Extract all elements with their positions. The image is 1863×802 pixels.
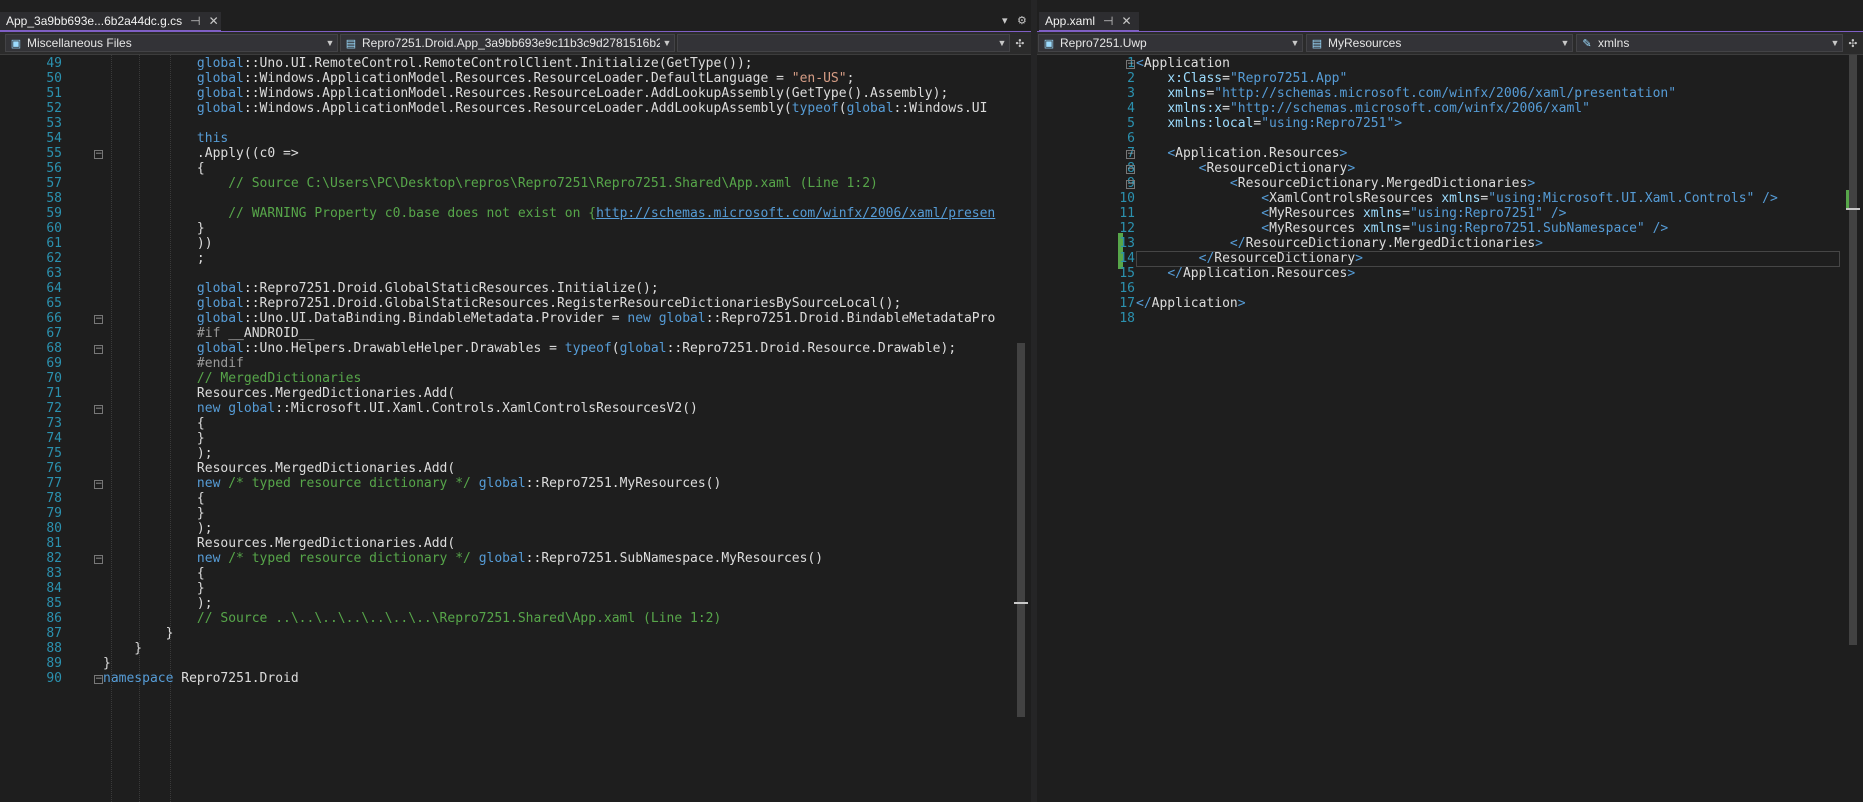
chevron-down-icon: ▼: [1830, 38, 1840, 48]
type-dropdown[interactable]: ▤ MyResources ▼: [1306, 34, 1573, 52]
chevron-down-icon: ▼: [997, 38, 1007, 48]
project-dropdown[interactable]: ▣ Repro7251.Uwp ▼: [1038, 34, 1303, 52]
scroll-caret-marker: [1014, 602, 1028, 604]
chevron-down-icon: ▼: [1290, 38, 1300, 48]
fold-toggle-icon[interactable]: −: [1126, 180, 1135, 189]
tab-list-dropdown-icon[interactable]: ▾: [1002, 14, 1008, 27]
right-editor-pane: App.xaml ⊣ ✕ ▣ Repro7251.Uwp ▼ ▤ MyResou…: [1037, 0, 1863, 802]
member-dropdown[interactable]: ✎ xmlns ▼: [1576, 34, 1843, 52]
fold-toggle-icon[interactable]: −: [94, 150, 103, 159]
close-icon[interactable]: ✕: [1121, 14, 1131, 28]
code-editor-xaml[interactable]: 1− <Application 2 x:Class="Repro7251.App" 3…: [1037, 55, 1863, 802]
tab-title: App_3a9bb693e...6b2a44dc.g.cs: [6, 14, 183, 28]
tab-app-g-cs[interactable]: App_3a9bb693e...6b2a44dc.g.cs ⊣ ✕: [0, 12, 221, 32]
line-number: 18: [1119, 311, 1135, 326]
project-icon: ▣: [1043, 37, 1055, 50]
right-navigation-bar: ▣ Repro7251.Uwp ▼ ▤ MyResources ▼ ✎ xmln…: [1037, 32, 1863, 55]
chevron-down-icon: ▼: [662, 38, 672, 48]
pin-icon[interactable]: ⊣: [1103, 14, 1113, 28]
code-line[interactable]: 18: [1037, 310, 1863, 328]
fold-toggle-icon[interactable]: −: [94, 405, 103, 414]
class-icon: ▤: [1311, 37, 1323, 50]
scrollbar-thumb[interactable]: [1849, 55, 1857, 645]
fold-toggle-icon[interactable]: −: [94, 345, 103, 354]
project-dropdown[interactable]: ▣ Miscellaneous Files ▼: [5, 34, 338, 52]
csharp-file-icon: ▣: [10, 37, 22, 50]
right-tab-strip: App.xaml ⊣ ✕: [1037, 0, 1863, 32]
chevron-down-icon: ▼: [1560, 38, 1570, 48]
wrench-icon: ✎: [1582, 37, 1592, 50]
fold-toggle-icon[interactable]: −: [1126, 150, 1135, 159]
tab-app-xaml[interactable]: App.xaml ⊣ ✕: [1039, 12, 1139, 32]
scroll-change-marker: [1846, 190, 1849, 208]
fold-toggle-icon[interactable]: −: [94, 555, 103, 564]
split-window-icon[interactable]: ✣: [1012, 35, 1028, 51]
pin-icon[interactable]: ⊣: [190, 14, 200, 28]
vertical-scrollbar[interactable]: [1014, 55, 1028, 802]
line-number: 90: [46, 671, 62, 686]
fold-toggle-icon[interactable]: −: [1126, 165, 1135, 174]
fold-toggle-icon[interactable]: −: [94, 480, 103, 489]
fold-toggle-icon[interactable]: −: [1126, 60, 1135, 69]
fold-toggle-icon[interactable]: −: [94, 675, 103, 684]
code-line[interactable]: 90 − namespace Repro7251.Droid: [0, 670, 1031, 688]
settings-gear-icon[interactable]: ⚙: [1017, 14, 1027, 27]
left-tab-strip: App_3a9bb693e...6b2a44dc.g.cs ⊣ ✕ ▾ ⚙: [0, 0, 1031, 32]
member-dropdown[interactable]: ▼: [677, 34, 1010, 52]
left-editor-pane: App_3a9bb693e...6b2a44dc.g.cs ⊣ ✕ ▾ ⚙ ▣ …: [0, 0, 1031, 802]
code-text: namespace Repro7251.Droid: [103, 671, 299, 686]
scroll-caret-marker: [1846, 208, 1860, 210]
left-navigation-bar: ▣ Miscellaneous Files ▼ ▤ Repro7251.Droi…: [0, 32, 1031, 55]
class-icon: ▤: [345, 37, 357, 50]
type-dropdown[interactable]: ▤ Repro7251.Droid.App_3a9bb693e9c11b3c9d…: [340, 34, 675, 52]
tab-title: App.xaml: [1045, 14, 1096, 28]
scrollbar-thumb[interactable]: [1017, 343, 1025, 717]
code-editor-csharp[interactable]: 49 global::Uno.UI.RemoteControl.RemoteCo…: [0, 55, 1031, 802]
split-window-icon[interactable]: ✣: [1845, 35, 1861, 51]
chevron-down-icon: ▼: [325, 38, 335, 48]
vertical-scrollbar[interactable]: [1846, 55, 1860, 802]
fold-toggle-icon[interactable]: −: [94, 315, 103, 324]
close-icon[interactable]: ✕: [209, 14, 219, 28]
